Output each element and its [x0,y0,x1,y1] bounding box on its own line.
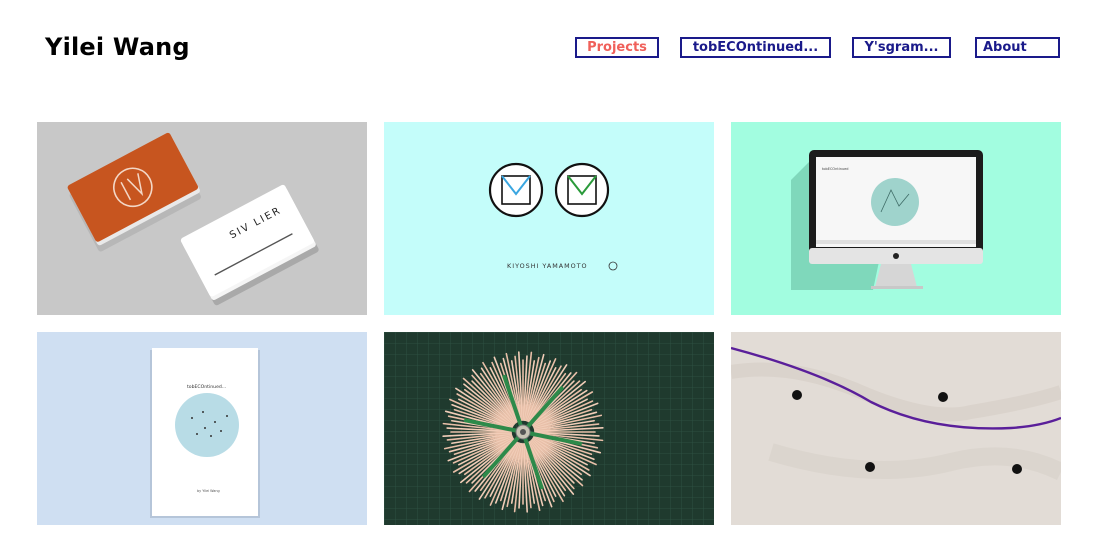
project-tile-imac-website[interactable]: tobECOntinued [731,122,1061,315]
project-tile-book[interactable]: tobECOntinued... by Yilei Wang [37,332,367,525]
plywood-image [731,332,1061,525]
business-cards-image: SIV LIER [37,122,367,315]
book-author: by Yilei Wang [197,489,220,493]
book-image: tobECOntinued... by Yilei Wang [37,332,367,525]
project-tile-kiyoshi-yamamoto[interactable]: KIYOSHI YAMAMOTO [384,122,714,315]
nav-about-button[interactable]: About [975,37,1060,58]
project-tile-business-cards[interactable]: SIV LIER [37,122,367,315]
nav-projects-button[interactable]: Projects [575,37,659,58]
kiyoshi-caption: KIYOSHI YAMAMOTO [507,262,588,270]
nav-ysgram-button[interactable]: Y'sgram... [852,37,951,58]
imac-screen-title: tobECOntinued [822,167,849,171]
site-title[interactable]: Yilei Wang [45,33,190,61]
stick-sculpture-image [384,332,714,525]
project-tile-plywood-cord[interactable] [731,332,1061,525]
nav-tobecontinued-button[interactable]: tobECOntinued... [680,37,831,58]
book-title: tobECOntinued... [187,384,226,390]
imac-image: tobECOntinued [731,122,1061,315]
kiyoshi-logo-image: KIYOSHI YAMAMOTO [384,122,714,315]
project-tile-stick-sculpture[interactable] [384,332,714,525]
